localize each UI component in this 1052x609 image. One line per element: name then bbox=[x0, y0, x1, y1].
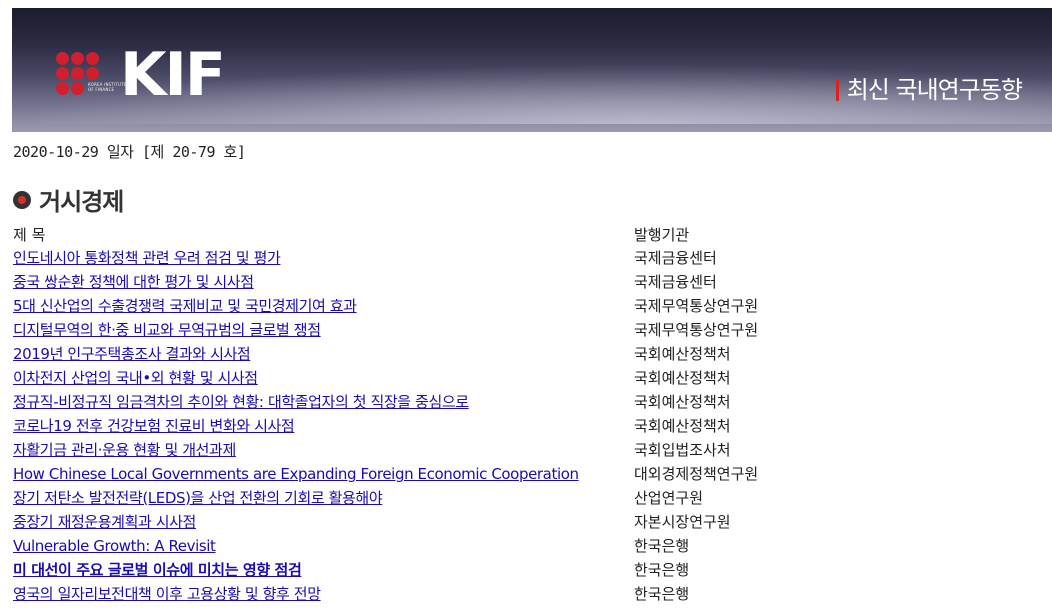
table-row: 인도네시아 통화정책 관련 우려 점검 및 평가 국제금융센터 bbox=[13, 246, 1043, 270]
publisher-name: 국제무역통상연구원 bbox=[634, 297, 759, 315]
publisher-name: 국회예산정책처 bbox=[634, 345, 731, 363]
article-link[interactable]: 디지털무역의 한·중 비교와 무역규범의 글로벌 쟁점 bbox=[13, 321, 321, 339]
publisher-name: 대외경제정책연구원 bbox=[634, 465, 759, 483]
table-row: 코로나19 전후 건강보험 진료비 변화와 시사점 국회예산정책처 bbox=[13, 414, 1043, 438]
table-row: 디지털무역의 한·중 비교와 무역규범의 글로벌 쟁점 국제무역통상연구원 bbox=[13, 318, 1043, 342]
kif-logo-dots bbox=[56, 52, 120, 104]
publisher-name: 한국은행 bbox=[634, 537, 690, 555]
article-link[interactable]: 영국의 일자리보전대책 이후 고용상황 및 향후 전망 bbox=[13, 585, 321, 603]
column-header-title: 제 목 bbox=[13, 226, 46, 244]
publisher-name: 국회입법조사처 bbox=[634, 441, 731, 459]
column-header-publisher: 발행기관 bbox=[634, 226, 690, 244]
table-row: 자활기금 관리·운용 현황 및 개선과제 국회입법조사처 bbox=[13, 438, 1043, 462]
publisher-name: 한국은행 bbox=[634, 585, 690, 603]
publisher-name: 국제무역통상연구원 bbox=[634, 321, 759, 339]
banner-title: 최신 국내연구동향 bbox=[835, 70, 1023, 105]
article-link[interactable]: How Chinese Local Governments are Expand… bbox=[13, 465, 579, 483]
issue-date-line: 2020-10-29 일자 [제 20-79 호] bbox=[13, 143, 246, 161]
publisher-name: 한국은행 bbox=[634, 561, 690, 579]
publisher-name: 국제금융센터 bbox=[634, 273, 717, 291]
article-list: 인도네시아 통화정책 관련 우려 점검 및 평가 국제금융센터 중국 쌍순환 정책… bbox=[13, 246, 1043, 606]
publisher-name: 국회예산정책처 bbox=[634, 369, 731, 387]
table-row: 미 대선이 주요 글로벌 이슈에 미치는 영향 점검 한국은행 bbox=[13, 558, 1043, 582]
publisher-name: 국회예산정책처 bbox=[634, 393, 731, 411]
section-header: 거시경제 bbox=[13, 182, 124, 217]
banner-title-text: 최신 국내연구동향 bbox=[846, 76, 1023, 104]
article-link[interactable]: 이차전지 산업의 국내•외 현황 및 시사점 bbox=[13, 369, 258, 387]
publisher-name: 산업연구원 bbox=[634, 489, 704, 507]
table-row: 장기 저탄소 발전전략(LEDS)을 산업 전환의 기회로 활용해야 산업연구원 bbox=[13, 486, 1043, 510]
article-link[interactable]: 장기 저탄소 발전전략(LEDS)을 산업 전환의 기회로 활용해야 bbox=[13, 489, 383, 507]
header-banner: KOREA INSTITUTE OF FINANCE KIF 최신 국내연구동향 bbox=[12, 8, 1052, 132]
article-link[interactable]: 인도네시아 통화정책 관련 우려 점검 및 평가 bbox=[13, 249, 281, 267]
publisher-name: 국제금융센터 bbox=[634, 249, 717, 267]
article-link[interactable]: Vulnerable Growth: A Revisit bbox=[13, 537, 216, 555]
publisher-name: 국회예산정책처 bbox=[634, 417, 731, 435]
red-bar-icon bbox=[835, 79, 839, 101]
kif-logo: KIF bbox=[120, 40, 226, 110]
table-row: 영국의 일자리보전대책 이후 고용상황 및 향후 전망 한국은행 bbox=[13, 582, 1043, 606]
article-link[interactable]: 자활기금 관리·운용 현황 및 개선과제 bbox=[13, 441, 236, 459]
article-link[interactable]: 중장기 재정운용계획과 시사점 bbox=[13, 513, 196, 531]
article-link[interactable]: 중국 쌍순환 정책에 대한 평가 및 시사점 bbox=[13, 273, 254, 291]
table-row: How Chinese Local Governments are Expand… bbox=[13, 462, 1043, 486]
publisher-name: 자본시장연구원 bbox=[634, 513, 731, 531]
article-link[interactable]: 2019년 인구주택총조사 결과와 시사점 bbox=[13, 345, 251, 363]
table-row: 2019년 인구주택총조사 결과와 시사점 국회예산정책처 bbox=[13, 342, 1043, 366]
table-row: 정규직-비정규직 임금격차의 추이와 현황: 대학졸업자의 첫 직장을 중심으로… bbox=[13, 390, 1043, 414]
table-row: 5대 신산업의 수출경쟁력 국제비교 및 국민경제기여 효과 국제무역통상연구원 bbox=[13, 294, 1043, 318]
article-link[interactable]: 정규직-비정규직 임금격차의 추이와 현황: 대학졸업자의 첫 직장을 중심으로 bbox=[13, 393, 469, 411]
table-row: 중장기 재정운용계획과 시사점 자본시장연구원 bbox=[13, 510, 1043, 534]
table-row: 중국 쌍순환 정책에 대한 평가 및 시사점 국제금융센터 bbox=[13, 270, 1043, 294]
article-link[interactable]: 5대 신산업의 수출경쟁력 국제비교 및 국민경제기여 효과 bbox=[13, 297, 357, 315]
article-link[interactable]: 미 대선이 주요 글로벌 이슈에 미치는 영향 점검 bbox=[13, 561, 302, 579]
section-heading: 거시경제 bbox=[39, 188, 124, 216]
target-bullet-icon bbox=[13, 190, 31, 209]
table-row: Vulnerable Growth: A Revisit 한국은행 bbox=[13, 534, 1043, 558]
table-row: 이차전지 산업의 국내•외 현황 및 시사점 국회예산정책처 bbox=[13, 366, 1043, 390]
article-link[interactable]: 코로나19 전후 건강보험 진료비 변화와 시사점 bbox=[13, 417, 295, 435]
